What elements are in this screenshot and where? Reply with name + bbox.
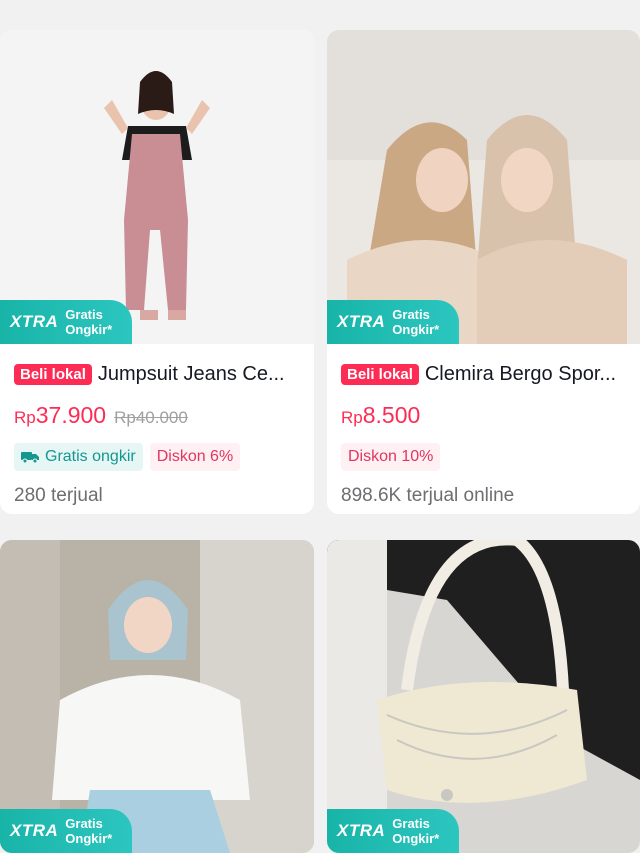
xtra-label: XTRA (337, 312, 386, 331)
product-card[interactable]: XTRA Gratis Ongkir* (327, 540, 640, 853)
price-row: Rp 37.900 Rp40.000 (14, 402, 300, 432)
product-card[interactable]: XTRA Gratis Ongkir* Beli lokal Clemira B… (327, 30, 640, 514)
xtra-label: XTRA (337, 821, 386, 840)
sold-count: 280 terjual (14, 485, 103, 506)
product-title[interactable]: Clemira Bergo Spor... (425, 363, 616, 386)
product-info: Beli lokal Jumpsuit Jeans Ce... Rp 37.90… (0, 344, 314, 507)
product-card[interactable]: XTRA Gratis Ongkir* (0, 540, 314, 853)
product-title[interactable]: Jumpsuit Jeans Ce... (98, 363, 285, 386)
product-image[interactable]: XTRA Gratis Ongkir* (327, 30, 640, 344)
xtra-free-shipping-badge: XTRA Gratis Ongkir* (327, 809, 459, 853)
product-image[interactable]: XTRA Gratis Ongkir* (0, 540, 314, 853)
original-price: Rp40.000 (114, 408, 188, 427)
product-image[interactable]: XTRA Gratis Ongkir* (0, 30, 314, 344)
free-shipping-tag: Gratis ongkir (14, 443, 143, 471)
beli-lokal-badge: Beli lokal (341, 363, 419, 385)
xtra-label: XTRA (10, 312, 59, 331)
title-row: Beli lokal Clemira Bergo Spor... (341, 360, 626, 388)
price-row: Rp 8.500 (341, 402, 626, 432)
beli-lokal-badge: Beli lokal (14, 363, 92, 385)
xtra-free-shipping-badge: XTRA Gratis Ongkir* (327, 300, 459, 344)
discount-tag: Diskon 6% (149, 443, 241, 471)
xtra-free-shipping-badge: XTRA Gratis Ongkir* (0, 809, 132, 853)
price: 8.500 (362, 402, 421, 428)
price: 37.900 (35, 402, 107, 428)
sold-count: 898.6K terjual online (341, 485, 515, 506)
tags: Gratis ongkir Diskon 6% (14, 443, 300, 471)
product-info: Beli lokal Clemira Bergo Spor... Rp 8.50… (327, 344, 640, 507)
currency: Rp (341, 408, 363, 427)
xtra-free-shipping-badge: XTRA Gratis Ongkir* (0, 300, 132, 344)
tags: Diskon 10% (341, 443, 626, 471)
currency: Rp (14, 408, 36, 427)
xtra-label: XTRA (10, 821, 59, 840)
title-row: Beli lokal Jumpsuit Jeans Ce... (14, 360, 300, 388)
truck-icon (21, 452, 39, 463)
product-image[interactable]: XTRA Gratis Ongkir* (327, 540, 640, 853)
product-card[interactable]: XTRA Gratis Ongkir* Beli lokal Jumpsuit … (0, 30, 314, 514)
discount-tag: Diskon 10% (341, 443, 441, 471)
